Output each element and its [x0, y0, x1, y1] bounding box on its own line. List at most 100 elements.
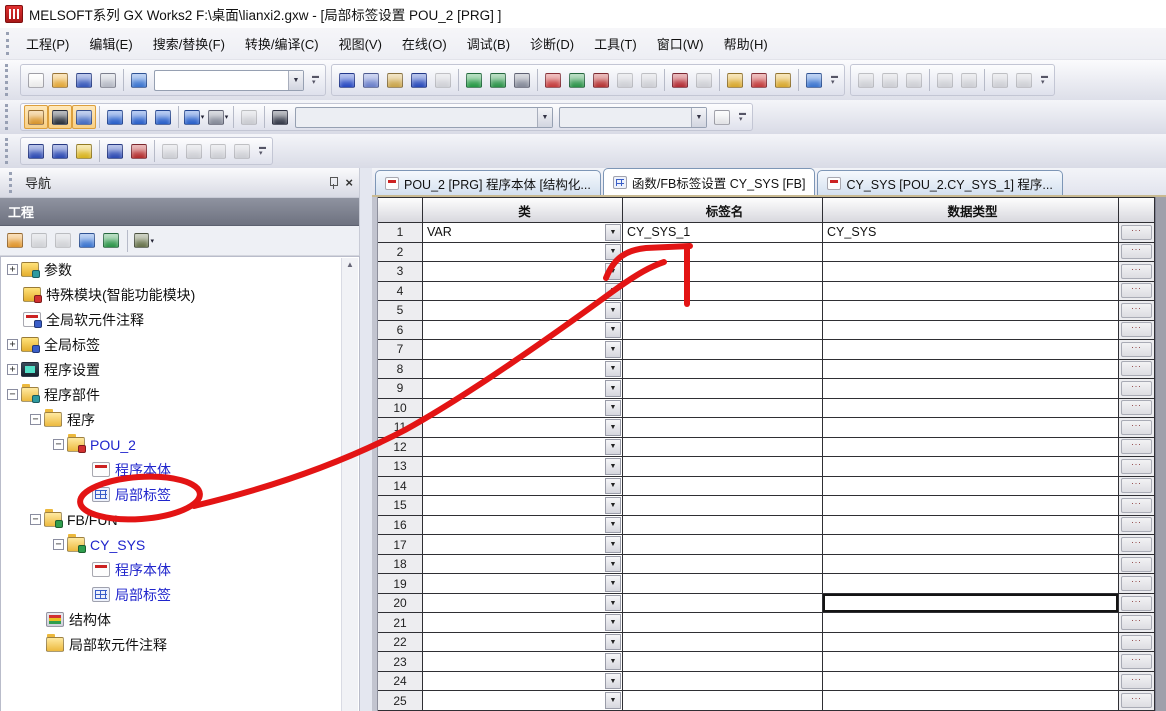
detail-button[interactable]: ... [1121, 596, 1152, 611]
class-dropdown-icon[interactable]: ▼ [605, 673, 621, 690]
class-cell[interactable]: ▼ [423, 555, 623, 575]
data-property-icon[interactable] [76, 230, 98, 252]
find-binoculars-icon[interactable] [268, 105, 292, 129]
data-type-cell[interactable] [823, 438, 1119, 458]
chevron-down-icon[interactable]: ▼ [288, 71, 303, 90]
toolbar-overflow-icon[interactable]: ▬▾ [828, 74, 841, 86]
sort-filter-icon[interactable]: ▾ [133, 230, 155, 252]
detail-button[interactable]: ... [1121, 674, 1152, 689]
verify-with-plc-icon[interactable] [510, 68, 534, 92]
label-name-cell[interactable] [623, 555, 823, 575]
data-type-cell[interactable] [823, 613, 1119, 633]
menu-item-6[interactable]: 在线(O) [392, 29, 457, 58]
tree-item[interactable]: 结构体 [1, 607, 359, 632]
data-type-cell[interactable] [823, 282, 1119, 302]
class-cell[interactable]: VAR▼ [423, 223, 623, 243]
undo-icon[interactable] [407, 68, 431, 92]
label-name-cell[interactable] [623, 516, 823, 536]
data-type-cell[interactable] [823, 652, 1119, 672]
detail-button[interactable]: ... [1121, 420, 1152, 435]
tree-item[interactable]: 程序本体 [1, 557, 359, 582]
class-dropdown-icon[interactable]: ▼ [605, 614, 621, 631]
class-cell[interactable]: ▼ [423, 457, 623, 477]
data-type-cell[interactable] [823, 301, 1119, 321]
menu-item-10[interactable]: 窗口(W) [647, 29, 714, 58]
label-name-cell[interactable] [623, 438, 823, 458]
data-type-cell[interactable] [823, 399, 1119, 419]
data-type-cell[interactable] [823, 555, 1119, 575]
data-type-cell[interactable] [823, 477, 1119, 497]
data-type-cell[interactable] [823, 379, 1119, 399]
label-name-cell[interactable] [623, 691, 823, 711]
tree-item[interactable]: +全局标签 [1, 332, 359, 357]
detail-button[interactable]: ... [1121, 517, 1152, 532]
module-view-icon[interactable] [48, 105, 72, 129]
parameter-blue-icon[interactable] [103, 139, 127, 163]
class-cell[interactable]: ▼ [423, 418, 623, 438]
tree-item[interactable]: +参数 [1, 257, 359, 282]
class-dropdown-icon[interactable]: ▼ [605, 556, 621, 573]
help-icon[interactable] [127, 68, 151, 92]
detail-button[interactable]: ... [1121, 576, 1152, 591]
tree-item[interactable]: 特殊模块(智能功能模块) [1, 282, 359, 307]
close-icon[interactable]: × [345, 176, 353, 189]
toolbar-overflow-icon[interactable]: ▬▾ [1038, 74, 1051, 86]
tree-item[interactable]: 程序本体 [1, 457, 359, 482]
detail-button[interactable]: ... [1121, 244, 1152, 259]
class-cell[interactable]: ▼ [423, 360, 623, 380]
tree-item[interactable]: 局部标签 [1, 582, 359, 607]
copy-icon[interactable] [359, 68, 383, 92]
label-name-cell[interactable] [623, 672, 823, 692]
write-to-plc-icon[interactable] [462, 68, 486, 92]
detail-button[interactable]: ... [1121, 303, 1152, 318]
menu-item-11[interactable]: 帮助(H) [714, 29, 778, 58]
doc-zoom-icon[interactable] [710, 105, 734, 129]
new-project-icon[interactable] [24, 68, 48, 92]
collapse-icon[interactable]: − [53, 539, 64, 550]
detail-button[interactable]: ... [1121, 635, 1152, 650]
tree-item[interactable]: 局部软元件注释 [1, 632, 359, 657]
data-type-cell[interactable] [823, 418, 1119, 438]
monitor-mode-icon[interactable] [802, 68, 826, 92]
class-cell[interactable]: ▼ [423, 477, 623, 497]
label-name-cell[interactable] [623, 652, 823, 672]
data-type-cell[interactable] [823, 340, 1119, 360]
detail-button[interactable]: ... [1121, 283, 1152, 298]
refresh-icon[interactable] [100, 230, 122, 252]
navigation-window-icon[interactable] [24, 105, 48, 129]
ladder-insert-row-icon[interactable] [24, 139, 48, 163]
class-cell[interactable]: ▼ [423, 301, 623, 321]
menu-item-3[interactable]: 搜索/替换(F) [143, 29, 235, 58]
class-dropdown-icon[interactable]: ▼ [605, 283, 621, 300]
menu-item-2[interactable]: 编辑(E) [79, 29, 142, 58]
data-type-cell[interactable] [823, 496, 1119, 516]
class-cell[interactable]: ▼ [423, 282, 623, 302]
label-name-cell[interactable] [623, 594, 823, 614]
data-type-cell[interactable] [823, 321, 1119, 341]
class-dropdown-icon[interactable]: ▼ [605, 595, 621, 612]
cut-icon[interactable] [335, 68, 359, 92]
collapse-icon[interactable]: − [30, 414, 41, 425]
detail-button[interactable]: ... [1121, 342, 1152, 357]
data-type-cell[interactable] [823, 633, 1119, 653]
tab-3[interactable]: CY_SYS [POU_2.CY_SYS_1] 程序... [817, 170, 1062, 195]
label-name-cell[interactable] [623, 535, 823, 555]
label-name-cell[interactable] [623, 360, 823, 380]
detail-button[interactable]: ... [1121, 557, 1152, 572]
print-icon[interactable] [96, 68, 120, 92]
data-type-cell[interactable] [823, 360, 1119, 380]
class-dropdown-icon[interactable]: ▼ [605, 517, 621, 534]
data-type-cell[interactable] [823, 691, 1119, 711]
class-dropdown-icon[interactable]: ▼ [605, 263, 621, 280]
class-dropdown-icon[interactable]: ▼ [605, 692, 621, 709]
detail-button[interactable]: ... [1121, 498, 1152, 513]
pin-icon[interactable] [327, 177, 339, 189]
menu-item-5[interactable]: 视图(V) [329, 29, 392, 58]
label-name-cell[interactable] [623, 418, 823, 438]
device-test-icon[interactable] [668, 68, 692, 92]
label-name-cell[interactable] [623, 613, 823, 633]
class-cell[interactable]: ▼ [423, 496, 623, 516]
expand-icon[interactable]: + [7, 364, 18, 375]
collapse-icon[interactable]: − [7, 389, 18, 400]
read-from-plc-icon[interactable] [486, 68, 510, 92]
